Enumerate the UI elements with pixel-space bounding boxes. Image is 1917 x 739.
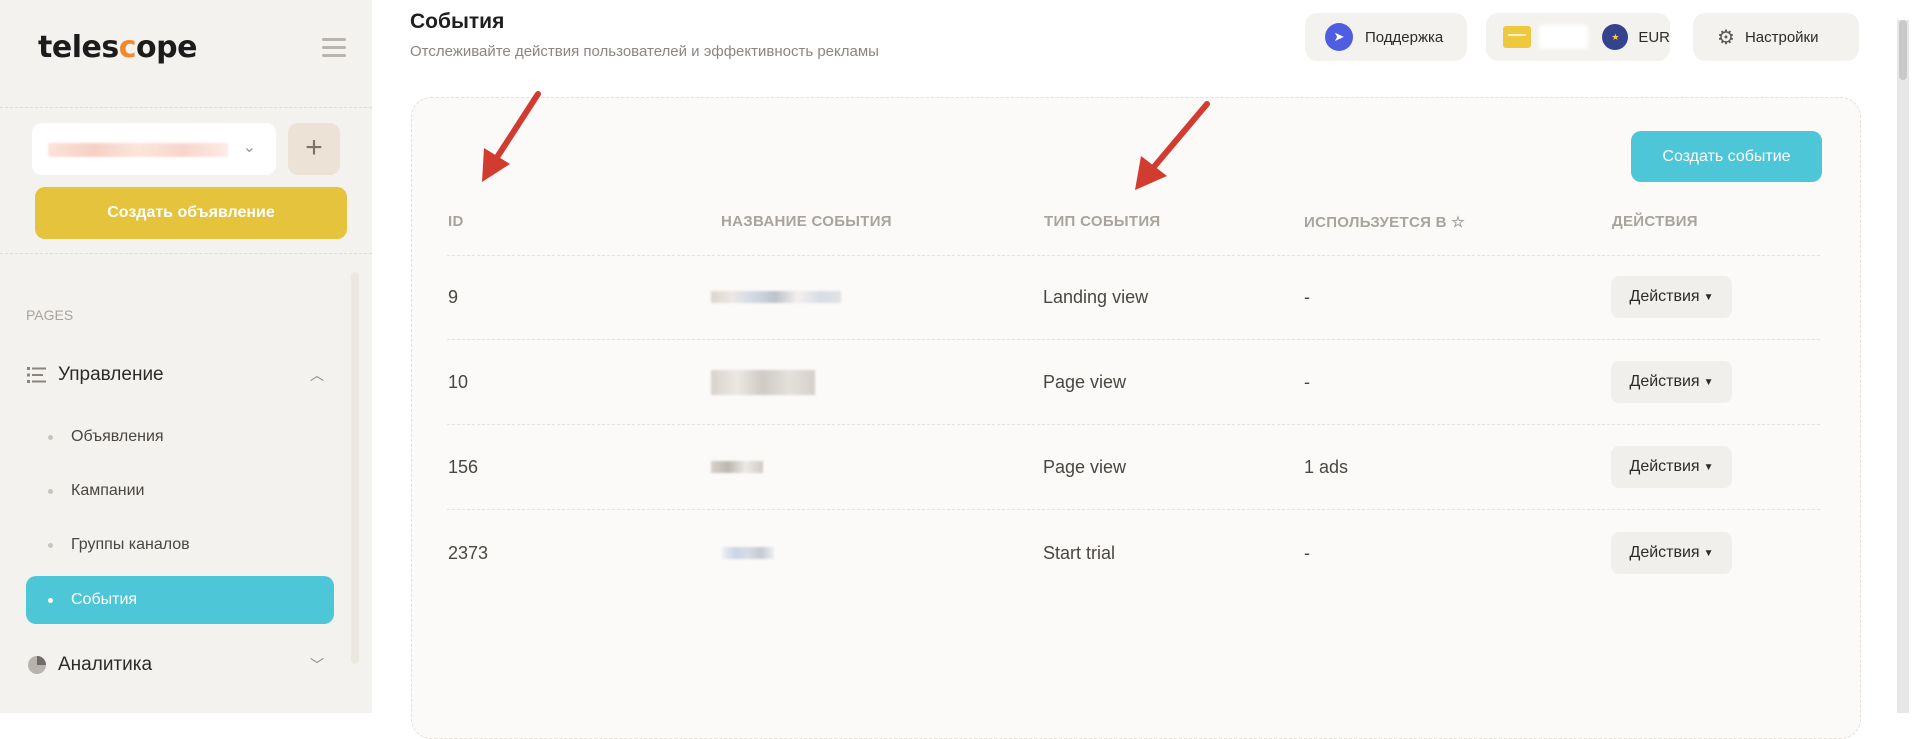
nav-group-analytics[interactable]: Аналитика ﹀: [26, 650, 336, 680]
currency-label: EUR: [1638, 28, 1670, 46]
actions-dropdown-button[interactable]: Действия ▼: [1611, 361, 1732, 403]
column-header-type: ТИП СОБЫТИЯ: [1044, 213, 1161, 230]
row-divider: [447, 424, 1820, 425]
bullet-icon: [48, 542, 53, 548]
add-account-button[interactable]: +: [288, 123, 340, 175]
bullet-icon: [48, 488, 53, 494]
pie-chart-icon: [26, 654, 48, 676]
sidebar-item-label: События: [71, 591, 138, 608]
nav-group-label: Управление: [58, 364, 164, 385]
event-used-in: -: [1304, 372, 1310, 392]
list-icon: [26, 364, 48, 386]
row-divider: [447, 339, 1820, 340]
event-type: Page view: [1043, 457, 1127, 477]
support-button[interactable]: ➤ Поддержка: [1305, 13, 1467, 61]
event-name-redacted: [711, 370, 815, 395]
event-used-in: -: [1304, 543, 1310, 563]
event-used-in: -: [1304, 287, 1310, 307]
gear-icon: ⚙: [1717, 26, 1735, 49]
page-scrollbar[interactable]: [1897, 20, 1909, 713]
event-id: 9: [448, 287, 459, 307]
settings-button[interactable]: ⚙ Настройки: [1693, 13, 1859, 61]
balance-widget[interactable]: ★ EUR: [1486, 13, 1670, 61]
sidebar: telescope ⌄ + Создать объявление PAGES У…: [0, 0, 372, 713]
balance-redacted: [1538, 25, 1589, 49]
support-label: Поддержка: [1365, 28, 1444, 46]
row-divider: [447, 509, 1820, 510]
actions-dropdown-button[interactable]: Действия ▼: [1611, 276, 1732, 318]
page-subtitle: Отслеживайте действия пользователей и эф…: [410, 43, 879, 60]
actions-dropdown-button[interactable]: Действия ▼: [1611, 446, 1732, 488]
event-name-redacted: [722, 547, 774, 559]
pages-section-label: PAGES: [26, 307, 74, 323]
sidebar-item-label: Объявления: [71, 428, 164, 445]
nav-group-management[interactable]: Управление ︿: [26, 360, 336, 390]
wallet-icon: [1503, 26, 1531, 48]
sidebar-item-label: Кампании: [71, 482, 145, 499]
event-id: 156: [448, 457, 479, 477]
telegram-icon: ➤: [1325, 23, 1353, 51]
create-ad-button[interactable]: Создать объявление: [35, 187, 347, 239]
caret-down-icon: ▼: [1703, 461, 1714, 473]
account-name-redacted: [48, 143, 228, 157]
chevron-down-icon: ⌄: [242, 139, 256, 156]
divider: [0, 253, 372, 254]
chevron-up-icon: ︿: [310, 367, 324, 383]
scrollbar-thumb[interactable]: [1899, 20, 1907, 80]
divider: [0, 107, 372, 108]
annotation-arrow: [1135, 101, 1210, 190]
bullet-icon: [48, 597, 53, 603]
caret-down-icon: ▼: [1703, 547, 1714, 559]
event-type: Landing view: [1043, 287, 1149, 307]
sidebar-item-events[interactable]: События: [26, 576, 334, 624]
settings-label: Настройки: [1744, 28, 1819, 46]
event-type: Page view: [1043, 372, 1127, 392]
column-header-name: НАЗВАНИЕ СОБЫТИЯ: [721, 213, 892, 230]
chevron-down-icon: ﹀: [310, 657, 324, 673]
create-event-button[interactable]: Создать событие: [1631, 131, 1822, 182]
column-header-used-in: ИСПОЛЬЗУЕТСЯ В ☆: [1304, 214, 1465, 231]
caret-down-icon: ▼: [1703, 376, 1714, 388]
sidebar-item-ads[interactable]: Объявления: [26, 413, 334, 461]
sidebar-item-campaigns[interactable]: Кампании: [26, 467, 334, 515]
eu-flag-icon: ★: [1602, 24, 1629, 50]
event-id: 2373: [448, 543, 489, 563]
event-name-redacted: [711, 291, 841, 303]
page-title: События: [410, 10, 505, 33]
sidebar-item-channel-groups[interactable]: Группы каналов: [26, 521, 334, 569]
annotation-arrow: [482, 91, 541, 182]
column-header-id: ID: [448, 213, 464, 230]
event-name-redacted: [711, 461, 763, 473]
hamburger-menu-icon[interactable]: [322, 38, 346, 60]
column-header-actions: ДЕЙСТВИЯ: [1612, 213, 1698, 230]
row-divider: [447, 255, 1820, 256]
logo[interactable]: telescope: [38, 30, 197, 65]
nav-group-label: Аналитика: [58, 654, 153, 675]
bullet-icon: [48, 434, 53, 440]
caret-down-icon: ▼: [1703, 291, 1714, 303]
account-select[interactable]: ⌄: [32, 123, 276, 175]
sidebar-scrollbar[interactable]: [351, 272, 359, 664]
actions-dropdown-button[interactable]: Действия ▼: [1611, 532, 1732, 574]
sidebar-item-label: Группы каналов: [71, 536, 190, 553]
event-type: Start trial: [1043, 543, 1116, 563]
event-id: 10: [448, 372, 469, 392]
event-used-in: 1 ads: [1304, 457, 1349, 477]
